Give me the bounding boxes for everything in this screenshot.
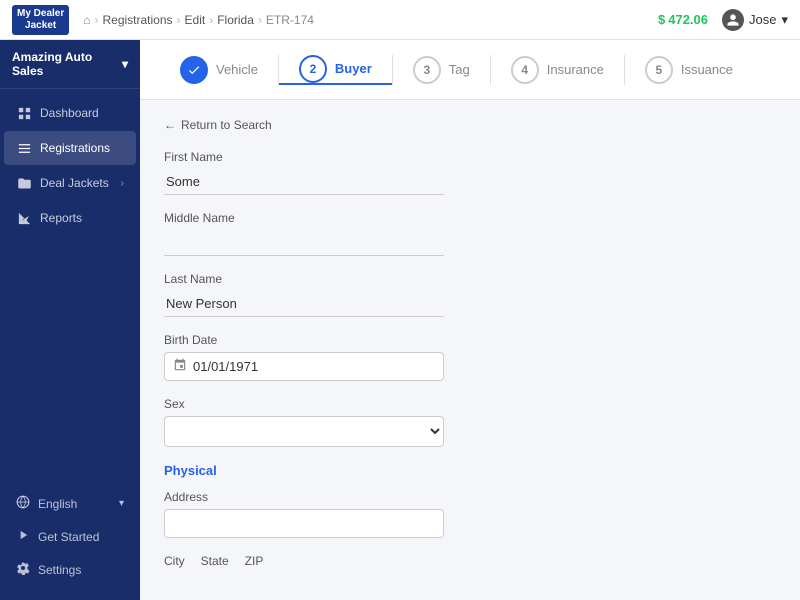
sex-label: Sex <box>164 397 776 411</box>
city-state-zip-row: City State ZIP <box>164 554 776 573</box>
main-content: Vehicle 2 Buyer 3 Tag 4 Insurance 5 Issu… <box>140 40 800 600</box>
step-circle-3: 3 <box>413 56 441 84</box>
step-label-vehicle: Vehicle <box>216 62 258 77</box>
breadcrumb-registrations[interactable]: Registrations <box>103 13 173 27</box>
balance-display: $ 472.06 <box>658 12 708 27</box>
middle-name-group: Middle Name <box>164 211 776 256</box>
birth-date-group: Birth Date <box>164 333 776 381</box>
sidebar-item-reports[interactable]: Reports <box>4 201 136 235</box>
avatar <box>722 9 744 31</box>
step-insurance[interactable]: 4 Insurance <box>491 56 624 84</box>
step-circle-4: 4 <box>511 56 539 84</box>
company-selector[interactable]: Amazing Auto Sales ▾ <box>0 40 140 89</box>
sidebar-item-registrations[interactable]: Registrations <box>4 131 136 165</box>
state-group: State <box>201 554 229 573</box>
chevron-down-icon: ▾ <box>781 12 788 28</box>
form-area: ← Return to Search First Name Middle Nam… <box>140 100 800 600</box>
step-circle-2: 2 <box>299 55 327 83</box>
sidebar-item-get-started[interactable]: Get Started <box>4 520 136 553</box>
steps-bar: Vehicle 2 Buyer 3 Tag 4 Insurance 5 Issu… <box>140 40 800 100</box>
calendar-icon <box>173 358 187 375</box>
step-label-issuance: Issuance <box>681 62 733 77</box>
nav-right: $ 472.06 Jose ▾ <box>658 9 788 31</box>
dollar-icon: $ <box>658 12 665 27</box>
folder-icon <box>16 175 32 191</box>
chevron-down-icon: ▾ <box>122 57 128 71</box>
city-label: City <box>164 554 185 568</box>
sex-select[interactable]: Male Female <box>164 416 444 447</box>
last-name-label: Last Name <box>164 272 776 286</box>
get-started-label: Get Started <box>38 530 99 544</box>
address-input[interactable] <box>164 509 444 538</box>
sidebar-item-label: Dashboard <box>40 106 99 120</box>
balance-value: 472.06 <box>668 12 708 27</box>
step-circle-1 <box>180 56 208 84</box>
first-name-input[interactable] <box>164 169 444 195</box>
middle-name-input[interactable] <box>164 230 444 256</box>
step-issuance[interactable]: 5 Issuance <box>625 56 753 84</box>
zip-group: ZIP <box>245 554 264 573</box>
sidebar-item-label: Registrations <box>40 141 110 155</box>
home-icon[interactable]: ⌂ <box>83 13 90 27</box>
sex-group: Sex Male Female <box>164 397 776 447</box>
chevron-down-icon: ▾ <box>119 498 124 509</box>
back-link-label: Return to Search <box>181 118 272 132</box>
top-navbar: My Dealer Jacket ⌂ › Registrations › Edi… <box>0 0 800 40</box>
first-name-label: First Name <box>164 150 776 164</box>
step-label-insurance: Insurance <box>547 62 604 77</box>
physical-section-title: Physical <box>164 463 776 478</box>
middle-name-label: Middle Name <box>164 211 776 225</box>
step-label-tag: Tag <box>449 62 470 77</box>
city-group: City <box>164 554 185 573</box>
state-label: State <box>201 554 229 568</box>
last-name-input[interactable] <box>164 291 444 317</box>
user-menu[interactable]: Jose ▾ <box>722 9 788 31</box>
sidebar-item-settings[interactable]: Settings <box>4 553 136 586</box>
sidebar-item-label: Reports <box>40 211 82 225</box>
step-tag[interactable]: 3 Tag <box>393 56 490 84</box>
step-circle-5: 5 <box>645 56 673 84</box>
settings-icon <box>16 561 30 578</box>
birth-date-label: Birth Date <box>164 333 776 347</box>
address-group: Address <box>164 490 776 538</box>
main-layout: Amazing Auto Sales ▾ Dashboard Registrat… <box>0 40 800 600</box>
play-icon <box>16 528 30 545</box>
chart-icon <box>16 210 32 226</box>
breadcrumb-florida[interactable]: Florida <box>217 13 254 27</box>
sidebar: Amazing Auto Sales ▾ Dashboard Registrat… <box>0 40 140 600</box>
back-link[interactable]: ← Return to Search <box>164 118 776 132</box>
last-name-group: Last Name <box>164 272 776 317</box>
address-label: Address <box>164 490 776 504</box>
sidebar-nav: Dashboard Registrations Deal Jackets › <box>0 89 140 483</box>
birth-date-input[interactable] <box>193 359 435 374</box>
company-name: Amazing Auto Sales <box>12 50 122 78</box>
step-buyer[interactable]: 2 Buyer <box>279 55 392 85</box>
breadcrumb-current: ETR-174 <box>266 13 314 27</box>
list-icon <box>16 140 32 156</box>
sidebar-bottom: English ▾ Get Started Settings <box>0 483 140 590</box>
breadcrumb: ⌂ › Registrations › Edit › Florida › ETR… <box>83 13 652 27</box>
sidebar-item-deal-jackets[interactable]: Deal Jackets › <box>4 166 136 200</box>
sidebar-item-label: Deal Jackets <box>40 176 109 190</box>
step-label-buyer: Buyer <box>335 61 372 76</box>
logo-box: My Dealer Jacket <box>12 5 69 35</box>
globe-icon <box>16 495 30 512</box>
grid-icon <box>16 105 32 121</box>
arrow-left-icon: ← <box>164 118 176 132</box>
breadcrumb-edit[interactable]: Edit <box>185 13 206 27</box>
language-label: English <box>38 497 77 511</box>
sidebar-item-dashboard[interactable]: Dashboard <box>4 96 136 130</box>
zip-label: ZIP <box>245 554 264 568</box>
settings-label: Settings <box>38 563 81 577</box>
chevron-right-icon: › <box>121 178 124 189</box>
sidebar-item-english[interactable]: English ▾ <box>4 487 136 520</box>
step-vehicle[interactable]: Vehicle <box>160 56 278 84</box>
first-name-group: First Name <box>164 150 776 195</box>
user-name: Jose <box>749 12 776 27</box>
logo: My Dealer Jacket <box>12 5 69 35</box>
